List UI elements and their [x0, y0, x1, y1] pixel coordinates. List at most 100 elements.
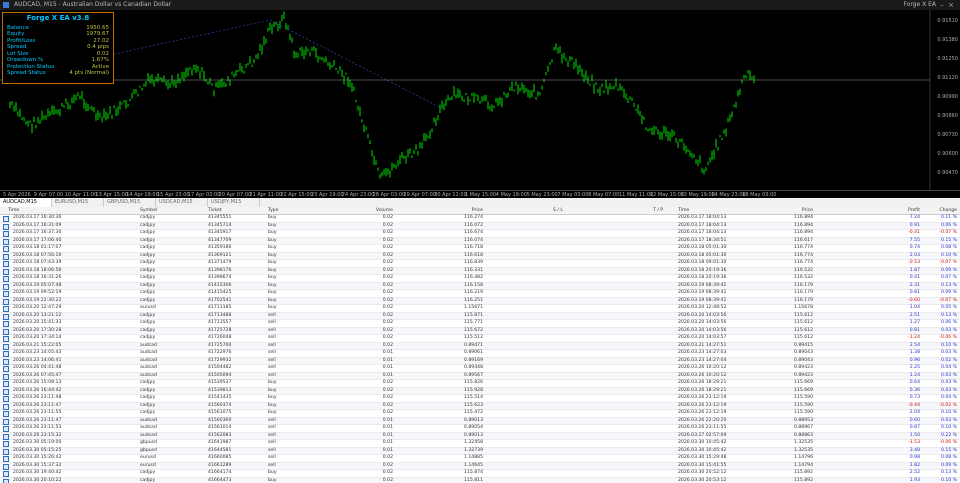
price-axis-label: 0.90600	[937, 151, 958, 157]
column-header[interactable]: Symbol	[140, 207, 157, 214]
price-axis-label: 0.90730	[937, 132, 958, 138]
table-cell: cadjpy	[140, 252, 156, 258]
table-row[interactable]: 2026.03.30 20:10:22 cadjpy 41664473 buy 0.02…	[0, 477, 960, 483]
table-row[interactable]: 2026.03.26 15:08:13 cadjpy 41539537 buy 0.02…	[0, 380, 960, 388]
table-cell: 0.89013	[464, 432, 483, 438]
table-cell: 0.22 %	[940, 432, 957, 438]
column-header[interactable]: Time	[678, 207, 689, 214]
trade-row-icon	[3, 396, 9, 402]
table-cell: 2026.03.30 15:26:42	[13, 455, 62, 460]
table-row[interactable]: 2026.03.26 04:41:48 audcad 41504482 sell 0.0…	[0, 365, 960, 373]
trade-row-icon	[3, 448, 9, 455]
column-header[interactable]: Ticket	[208, 207, 222, 214]
table-row[interactable]: 2026.03.26 23:11:55 cadjpy 41561075 buy 0.02…	[0, 410, 960, 418]
table-cell: 0.13 %	[940, 470, 957, 475]
table-row[interactable]: 2026.03.26 23:11:48 cadjpy 41541435 buy 0.02…	[0, 395, 960, 403]
table-row[interactable]: 2026.03.30 15:26:42 eurusd 41660085 sell 0.0…	[0, 455, 960, 463]
column-header[interactable]: Type	[268, 207, 279, 214]
table-row[interactable]: 2026.03.21 15:22:05 audcad 41725700 sell 0.0…	[0, 342, 960, 350]
table-row[interactable]: 2026.03.30 05:19:00 gbpusd 41641987 sell 0.0…	[0, 440, 960, 448]
table-row[interactable]: 2026.03.19 09:52:19 cadjpy 41415425 buy 0.02…	[0, 290, 960, 298]
table-cell: 116.894	[794, 222, 813, 228]
table-cell: buy	[268, 252, 277, 258]
trade-row-icon	[3, 433, 9, 440]
table-cell: 2026.03.26 23:12:19	[678, 402, 727, 408]
table-row[interactable]: 2026.03.30 19:40:42 cadjpy 41664174 buy 0.02…	[0, 470, 960, 478]
tab-chart[interactable]: AUDCAD,M15	[0, 198, 52, 207]
table-row[interactable]: 2026.03.23 14:06:41 audcad 41729932 sell 0.0…	[0, 357, 960, 365]
table-cell: 0.02	[382, 282, 393, 288]
table-row[interactable]: 2026.03.19 05:07:48 cadjpy 41415306 buy 0.02…	[0, 282, 960, 290]
tab-chart[interactable]: USDCAD,M15	[156, 198, 208, 207]
table-row[interactable]: 2026.03.17 17:06:40 cadjpy 41347709 buy 0.02…	[0, 237, 960, 245]
table-row[interactable]: 2026.03.20 13:21:12 cadjpy 41713488 sell 0.0…	[0, 312, 960, 320]
price-chart[interactable]: 0.91510 0.91380 0.91250 0.91120 0.90990 0.908…	[0, 10, 960, 190]
table-cell: 116.774	[794, 260, 813, 265]
table-cell: 2026.03.21 15:22:05	[13, 342, 62, 348]
table-cell: sell	[268, 462, 276, 468]
table-cell: 115.672	[464, 327, 483, 333]
table-cell: audcad	[140, 417, 157, 423]
table-cell: 0.04 %	[940, 365, 957, 370]
table-cell: cadjpy	[140, 290, 156, 295]
table-cell: sell	[268, 372, 276, 378]
table-cell: 116.251	[464, 297, 483, 303]
close-icon[interactable]: ×	[947, 1, 955, 9]
table-cell: 0.02	[382, 290, 393, 295]
table-row[interactable]: 2026.03.18 18:06:56 cadjpy 41398176 buy 0.02…	[0, 267, 960, 275]
table-row[interactable]: 2026.03.26 23:11:53 audcad 41561014 sell 0.0…	[0, 425, 960, 433]
table-row[interactable]: 2026.03.18 07:43:39 cadjpy 41371479 buy 0.02…	[0, 260, 960, 268]
table-cell: -0.41	[908, 230, 920, 235]
table-row[interactable]: 2026.03.18 07:56:16 cadjpy 41369121 buy 0.02…	[0, 252, 960, 260]
table-cell: 116.894	[794, 215, 813, 220]
trade-row-icon	[3, 411, 9, 417]
table-row[interactable]: 2026.03.20 17:34:14 cadjpy 41726048 sell 0.0…	[0, 335, 960, 343]
column-header[interactable]: Profit	[908, 207, 920, 214]
price-axis-label: 0.91250	[937, 56, 958, 62]
table-cell: buy	[268, 237, 277, 243]
table-row[interactable]: 2026.03.20 15:41:33 cadjpy 41713557 sell 0.0…	[0, 320, 960, 328]
table-row[interactable]: 2026.03.17 16:30:36 cadjpy 41345551 buy 0.02…	[0, 215, 960, 223]
table-cell: 1.32535	[794, 440, 813, 445]
column-header[interactable]: Price	[802, 207, 813, 214]
table-row[interactable]: 2026.03.23 14:05:43 audcad 41722976 sell 0.0…	[0, 350, 960, 358]
table-row[interactable]: 2026.03.26 23:11:47 audcad 41560360 sell 0.0…	[0, 417, 960, 425]
table-row[interactable]: 2026.03.30 15:37:32 eurusd 41661289 sell 0.0…	[0, 462, 960, 470]
table-row[interactable]: 2026.03.30 05:15:25 gbpusd 41644581 sell 0.0…	[0, 447, 960, 455]
column-header[interactable]: Volume	[376, 207, 393, 214]
table-cell: buy	[268, 395, 277, 400]
trade-row-icon	[3, 463, 9, 470]
table-cell: cadjpy	[140, 215, 156, 220]
table-row[interactable]: 2026.03.20 12:47:29 eurusd 41711185 buy 0.02…	[0, 305, 960, 313]
table-cell: 2026.03.19 08:39:41	[678, 290, 727, 295]
table-row[interactable]: 2026.03.19 22:30:22 cadjpy 41702541 buy 0.02…	[0, 297, 960, 305]
column-header[interactable]: Time	[8, 207, 19, 214]
column-header[interactable]: S / L	[553, 207, 563, 214]
table-cell: 41560360	[208, 417, 232, 423]
minimize-icon[interactable]: –	[938, 1, 946, 9]
tab-chart[interactable]: EURUSD,M15	[52, 198, 104, 207]
trade-row-icon	[3, 366, 9, 372]
table-row[interactable]: 2026.03.26 23:15:32 audcad 41562083 sell 0.0…	[0, 432, 960, 440]
table-row[interactable]: 2026.03.18 16:31:26 cadjpy 41398674 buy 0.02…	[0, 275, 960, 283]
table-cell: 116.839	[464, 260, 483, 265]
trade-row-icon	[3, 328, 9, 335]
table-row[interactable]: 2026.03.26 07:45:47 audcad 41505094 sell 0.0…	[0, 372, 960, 380]
tab-chart[interactable]: USDJPY,M15	[208, 198, 260, 207]
table-cell: 2026.03.26 23:12:19	[678, 410, 727, 415]
column-header[interactable]: Change	[939, 207, 957, 214]
table-row[interactable]: 2026.03.17 16:31:09 cadjpy 41345714 buy 0.02…	[0, 222, 960, 230]
table-row[interactable]: 2026.03.18 01:17:07 cadjpy 41359186 buy 0.02…	[0, 245, 960, 253]
table-cell: 116.179	[794, 282, 813, 288]
table-cell: 116.718	[464, 245, 483, 250]
table-row[interactable]: 2026.03.17 16:37:30 cadjpy 41345917 buy 0.02…	[0, 230, 960, 238]
table-row[interactable]: 2026.03.26 23:11:47 cadjpy 41560374 buy 0.02…	[0, 402, 960, 410]
column-header[interactable]: T / P	[653, 207, 663, 214]
table-cell: sell	[268, 432, 276, 438]
table-row[interactable]: 2026.03.26 16:44:42 cadjpy 41539813 buy 0.02…	[0, 387, 960, 395]
table-cell: 0.02	[382, 462, 393, 468]
table-cell: 2026.03.23 14:05:43	[13, 350, 62, 355]
column-header[interactable]: Price	[472, 207, 483, 214]
tab-chart[interactable]: GBPUSD,M15	[104, 198, 156, 207]
table-row[interactable]: 2026.03.20 17:30:28 cadjpy 41725728 sell 0.0…	[0, 327, 960, 335]
